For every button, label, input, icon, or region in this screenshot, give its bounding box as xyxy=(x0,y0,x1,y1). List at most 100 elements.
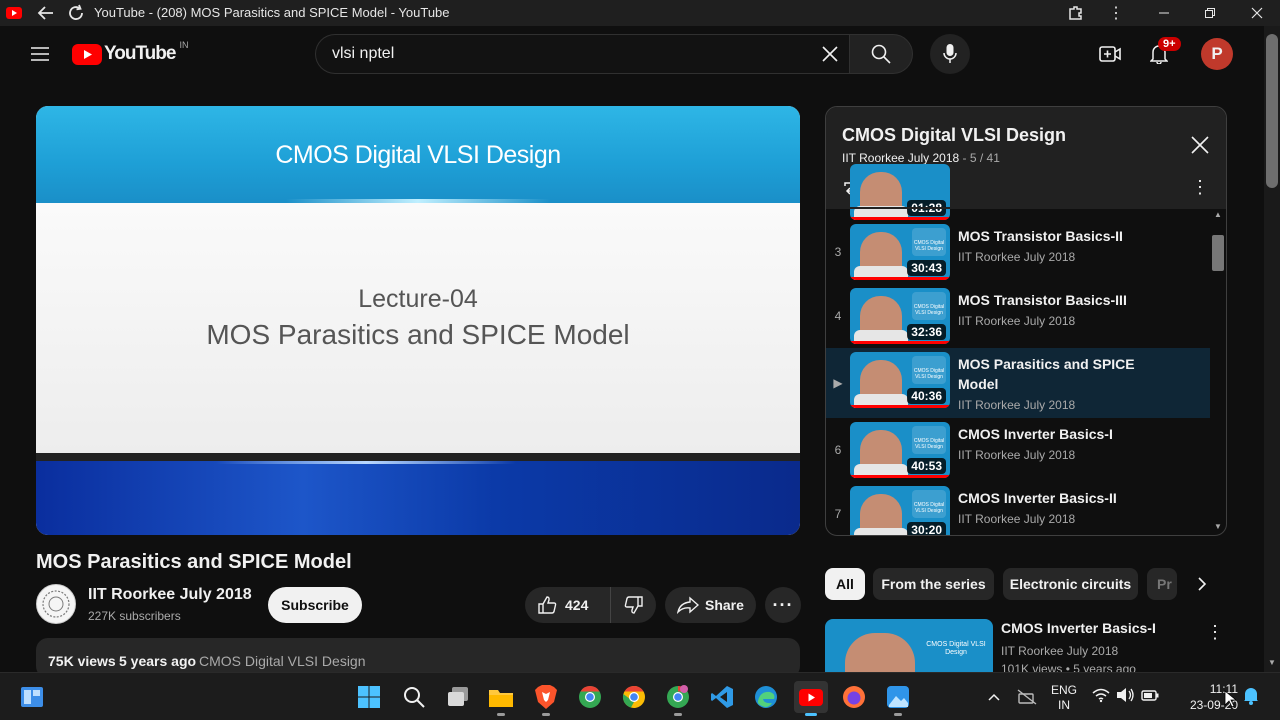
playlist-item-title: CMOS Inverter Basics-I xyxy=(958,426,1113,442)
playlist-thumbnail: CMOS Digital VLSI Design 32:36 xyxy=(850,288,950,344)
channel-avatar[interactable] xyxy=(36,584,76,624)
search-button[interactable] xyxy=(849,34,913,74)
chrome-profile-icon[interactable] xyxy=(574,681,606,713)
youtube-logo[interactable]: YouTube IN xyxy=(72,40,188,65)
voice-search-button[interactable] xyxy=(930,34,970,74)
create-video-button[interactable] xyxy=(1090,34,1130,74)
edge-icon[interactable] xyxy=(750,681,782,713)
subscriber-count: 227K subscribers xyxy=(88,609,181,623)
playlist-item[interactable]: 3 CMOS Digital VLSI Design 30:43 MOS Transi… xyxy=(826,220,1210,284)
network-disconnected-icon[interactable] xyxy=(1016,687,1038,707)
notification-badge: 9+ xyxy=(1158,37,1181,51)
playlist-thumbnail: CMOS Digital VLSI Design 30:20 xyxy=(850,486,950,535)
youtube-page: YouTube IN vlsi nptel 9+ P ▼ CMOS Digita… xyxy=(0,26,1280,672)
slide-lecture-number: Lecture-04 xyxy=(358,285,478,313)
playlist-item[interactable]: 4 CMOS Digital VLSI Design 32:36 MOS Transi… xyxy=(826,284,1210,348)
like-button[interactable]: 424 xyxy=(525,587,611,623)
playlist-item-channel: IIT Roorkee July 2018 xyxy=(958,398,1076,412)
youtube-favicon-icon xyxy=(6,0,22,26)
share-label: Share xyxy=(705,597,744,613)
playlist-thumbnail: CMOS Digital VLSI Design 30:43 xyxy=(850,224,950,280)
recommended-menu-icon[interactable]: ⋮ xyxy=(1203,620,1227,644)
recommended-title[interactable]: CMOS Inverter Basics-I xyxy=(1001,620,1156,636)
share-button[interactable]: Share xyxy=(665,587,756,623)
taskbar-search-icon[interactable] xyxy=(398,681,430,713)
more-actions-icon[interactable]: ··· xyxy=(765,587,801,623)
youtube-app-icon[interactable] xyxy=(794,681,828,716)
recommended-thumbnail-text: CMOS Digital VLSI Design xyxy=(926,641,986,656)
like-count: 424 xyxy=(565,597,589,613)
notifications-button[interactable]: 9+ xyxy=(1139,34,1181,74)
video-title: MOS Parasitics and SPICE Model xyxy=(36,551,352,573)
playlist-scrollbar[interactable]: ▲ ▼ xyxy=(1210,207,1226,535)
clear-search-icon[interactable] xyxy=(815,35,845,73)
slide-divider xyxy=(36,453,800,461)
task-view-icon[interactable] xyxy=(442,681,474,713)
subscribe-button[interactable]: Subscribe xyxy=(268,587,362,623)
share-icon xyxy=(677,596,699,614)
file-explorer-icon[interactable] xyxy=(485,681,517,716)
reload-icon[interactable] xyxy=(64,0,88,26)
notification-center-bell-icon[interactable] xyxy=(1243,687,1263,707)
playlist-item[interactable]: ▶ CMOS Digital VLSI Design 40:36 MOS Parasi… xyxy=(826,348,1210,418)
avatar[interactable]: P xyxy=(1201,38,1233,70)
wifi-icon[interactable] xyxy=(1092,687,1110,707)
playlist-title[interactable]: CMOS Digital VLSI Design xyxy=(842,125,1066,146)
header-shadow xyxy=(826,207,1226,209)
language-code: ENG xyxy=(1050,683,1077,697)
recommended-channel[interactable]: IIT Roorkee July 2018 xyxy=(1001,644,1118,658)
browser-menu-icon[interactable]: ⋮ xyxy=(1104,0,1128,26)
playlist-item-index: 6 xyxy=(834,443,842,457)
channel-name[interactable]: IIT Roorkee July 2018 xyxy=(88,586,252,604)
cmos-logo-icon: CMOS Digital VLSI Design xyxy=(912,292,946,320)
vscode-icon[interactable] xyxy=(706,681,738,713)
chip-from-the-series[interactable]: From the series xyxy=(873,568,994,600)
iit-roorkee-logo-icon xyxy=(42,590,70,618)
search-icon xyxy=(871,44,891,64)
chip-partial[interactable]: Pr xyxy=(1147,568,1177,600)
playlist-item[interactable]: 7 CMOS Digital VLSI Design 30:20 CMOS Inver… xyxy=(826,482,1210,535)
page-scrollbar-thumb[interactable] xyxy=(1266,34,1278,188)
page-scrollbar[interactable]: ▼ xyxy=(1264,26,1280,672)
dislike-button[interactable] xyxy=(611,587,656,623)
browser-title-bar: YouTube - (208) MOS Parasitics and SPICE… xyxy=(0,0,1280,26)
chip-electronic-circuits[interactable]: Electronic circuits xyxy=(1003,568,1138,600)
chips-next-button[interactable] xyxy=(1180,566,1224,602)
description-box[interactable]: 75K views 5 years ago CMOS Digital VLSI … xyxy=(36,638,800,672)
mouse-cursor-icon xyxy=(1224,690,1238,713)
show-hidden-icons-chevron-icon[interactable] xyxy=(984,687,1004,707)
playlist-item-index: ▶ xyxy=(833,376,843,390)
battery-icon[interactable] xyxy=(1140,687,1160,707)
slide-topic: MOS Parasitics and SPICE Model xyxy=(206,319,630,350)
playlist-item[interactable]: 6 CMOS Digital VLSI Design 40:53 CMOS Inver… xyxy=(826,418,1210,482)
playlist-scroll-down-arrow-icon[interactable]: ▼ xyxy=(1214,522,1222,531)
search-input[interactable]: vlsi nptel xyxy=(315,34,849,74)
extensions-icon[interactable] xyxy=(1064,0,1088,26)
recommended-thumbnail[interactable]: CMOS Digital VLSI Design xyxy=(825,619,993,672)
back-icon[interactable] xyxy=(34,0,58,26)
close-playlist-icon[interactable] xyxy=(1186,131,1214,159)
close-window-icon[interactable] xyxy=(1245,0,1269,26)
scroll-down-arrow-icon[interactable]: ▼ xyxy=(1268,658,1276,667)
chip-all[interactable]: All xyxy=(825,568,865,600)
volume-icon[interactable] xyxy=(1116,687,1136,707)
chrome-profile-p-icon[interactable] xyxy=(662,681,694,716)
brave-browser-icon[interactable] xyxy=(530,681,562,716)
hamburger-menu-icon[interactable] xyxy=(20,34,60,74)
scroll-up-arrow-icon[interactable]: ▲ xyxy=(1214,210,1222,219)
start-menu-icon[interactable] xyxy=(353,681,385,713)
chevron-right-icon xyxy=(1198,577,1207,591)
photos-icon[interactable] xyxy=(882,681,914,716)
widgets-icon[interactable] xyxy=(16,681,48,713)
minimize-icon[interactable] xyxy=(1152,0,1176,26)
playlist-item-title: MOS Transistor Basics-III xyxy=(958,292,1127,308)
playlist-hashtag-link[interactable]: CMOS Digital VLSI Design xyxy=(199,653,366,669)
restore-icon[interactable] xyxy=(1198,0,1222,26)
firefox-icon[interactable] xyxy=(838,681,870,713)
input-language-indicator[interactable]: ENG IN xyxy=(1046,683,1082,713)
chrome-icon[interactable] xyxy=(618,681,650,713)
thumbnail-duration: 32:36 xyxy=(907,324,946,340)
playlist-item-partial[interactable]: 01:28 xyxy=(826,160,1210,224)
playlist-scrollbar-thumb[interactable] xyxy=(1212,235,1224,271)
video-player[interactable]: CMOS Digital VLSI Design Lecture-04 MOS … xyxy=(36,106,800,535)
